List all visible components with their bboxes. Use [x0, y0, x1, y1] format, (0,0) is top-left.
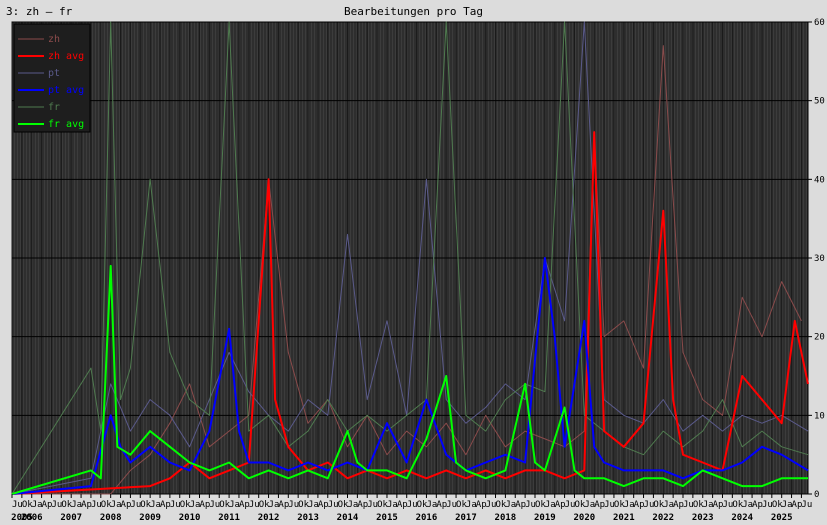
y-tick-label: 40 [814, 175, 825, 185]
year-label: 2018 [495, 513, 517, 523]
legend-label-pt: pt [48, 68, 60, 79]
year-label: 2017 [455, 513, 477, 523]
month-tick-label: Ju [801, 500, 812, 510]
legend-label-zh_avg: zh avg [48, 51, 84, 62]
year-label: 2025 [771, 513, 793, 523]
year-label: 2014 [337, 513, 359, 523]
year-label: 2022 [652, 513, 674, 523]
y-tick-label: 0 [814, 490, 819, 500]
year-label: 2006 [21, 513, 43, 523]
year-label: 2021 [613, 513, 635, 523]
y-tick-label: 60 [814, 18, 825, 28]
legend-label-fr_avg: fr avg [48, 119, 84, 130]
legend: zh zh avg pt pt avg fr fr avg [13, 23, 91, 133]
year-label: 2010 [179, 513, 201, 523]
year-label: 2024 [731, 513, 753, 523]
y-tick-label: 20 [814, 333, 825, 343]
year-label: 2016 [416, 513, 438, 523]
x-axis: Ju Ok Ja Ap Ju Ok Ja Ap Ju Ok Ja Ap Ju Ok Ja Ap Ju Ok Ja Ap… [11, 494, 812, 523]
year-label: 2015 [376, 513, 398, 523]
y-tick-label: 50 [814, 97, 825, 107]
year-label: 2009 [139, 513, 161, 523]
year-label: 2019 [534, 513, 556, 523]
year-label: 2007 [60, 513, 82, 523]
legend-label-fr: fr [48, 102, 60, 113]
year-label: 2011 [218, 513, 240, 523]
chart: 0 10 20 30 40 50 60 Ju Ok Ja Ap Ju Ok Ja Ap Ju Ok Ja Ap Ju O… [11, 18, 825, 523]
y-tick-label: 10 [814, 411, 825, 421]
legend-label-pt_avg: pt avg [48, 85, 84, 96]
year-label: 2020 [573, 513, 595, 523]
year-label: 2008 [100, 513, 122, 523]
year-label: 2012 [258, 513, 280, 523]
year-label: 2023 [692, 513, 714, 523]
year-label: 2013 [297, 513, 319, 523]
chart-title: Bearbeitungen pro Tag [343, 5, 484, 18]
y-tick-label: 30 [814, 254, 825, 264]
legend-label-zh: zh [48, 34, 60, 45]
